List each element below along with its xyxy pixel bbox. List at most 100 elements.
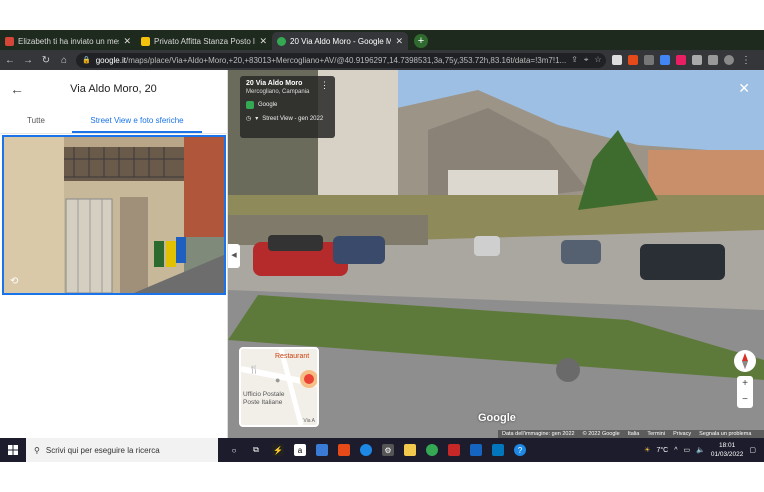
photos-icon[interactable]: [492, 444, 504, 456]
volume-icon[interactable]: 🔈: [696, 446, 705, 454]
country-link[interactable]: Italia: [628, 431, 640, 437]
location-icon[interactable]: ⌖: [584, 55, 589, 65]
image-date: Data dell'immagine: gen 2022: [502, 431, 575, 437]
star-icon[interactable]: ☆: [594, 55, 601, 65]
sidebar-icon[interactable]: [708, 55, 718, 65]
home-icon[interactable]: ⌂: [58, 55, 70, 66]
share-icon[interactable]: ⇪: [571, 55, 578, 65]
site-icon: [141, 36, 150, 46]
amazon-icon[interactable]: a: [294, 444, 306, 456]
back-arrow-icon[interactable]: ←: [10, 81, 32, 97]
restaurant-label: Restaurant: [275, 353, 310, 360]
store-icon[interactable]: [316, 444, 328, 456]
left-panel: ← Via Aldo Moro, 20 Tutte Street View e …: [0, 70, 228, 438]
compass-icon[interactable]: [734, 350, 756, 372]
browser-tab-bar: Elizabeth ti ha inviato un messag ✕ Priv…: [0, 30, 764, 50]
more-options-icon[interactable]: ⋮: [320, 80, 329, 91]
car: [474, 236, 500, 256]
temperature[interactable]: 7°C: [656, 447, 668, 454]
close-icon[interactable]: ✕: [259, 36, 267, 47]
building-photo: [4, 137, 224, 293]
clock-icon: ◷: [246, 116, 252, 122]
network-icon[interactable]: ▭: [683, 446, 690, 454]
notification-icon[interactable]: ▢: [749, 446, 756, 454]
minimap[interactable]: Restaurant 🍴 ● Ufficio Postale Poste Ita…: [239, 347, 319, 427]
clock[interactable]: 18:01 01/03/2022: [711, 441, 744, 459]
tab-google-maps[interactable]: 20 Via Aldo Moro - Google Maps ✕: [272, 32, 408, 50]
post-office-line: Poste Italiane: [243, 399, 283, 406]
zoom-in-button[interactable]: +: [737, 376, 753, 392]
app-icon[interactable]: ⚡: [272, 444, 284, 456]
extension-icon[interactable]: [612, 55, 622, 65]
folder-icon[interactable]: [404, 444, 416, 456]
chrome-icon[interactable]: [426, 444, 438, 456]
provider-row: Google: [246, 101, 329, 109]
zoom-controls: + −: [737, 376, 753, 408]
location-title: 20 Via Aldo Moro: [246, 80, 303, 87]
copyright: © 2022 Google: [582, 431, 620, 437]
chevron-up-icon[interactable]: ^: [674, 447, 677, 454]
capture-date: Street View - gen 2022: [262, 115, 324, 122]
puzzle-icon[interactable]: [692, 55, 702, 65]
time: 18:01: [718, 442, 736, 449]
tab-label: Privato Affitta Stanza Posto letto: [154, 36, 255, 46]
provider-label: Google: [258, 102, 278, 108]
tab-all[interactable]: Tutte: [0, 108, 72, 133]
new-tab-button[interactable]: +: [414, 34, 428, 48]
tab-label: 20 Via Aldo Moro - Google Maps: [290, 36, 392, 46]
shield-icon[interactable]: [470, 444, 482, 456]
privacy-link[interactable]: Privacy: [673, 431, 691, 437]
menu-dots-icon[interactable]: ⋮: [740, 55, 752, 66]
tab-listing[interactable]: Privato Affitta Stanza Posto letto ✕: [136, 32, 272, 50]
search-placeholder: Scrivi qui per eseguire la ricerca: [45, 445, 160, 455]
date: 01/03/2022: [710, 451, 744, 458]
settings-icon[interactable]: ⚙: [382, 444, 394, 456]
street-label: Via A: [303, 418, 315, 424]
address-bar-row: ← → ↻ ⌂ 🔒 google.it/maps/place/Via+Aldo+…: [0, 50, 764, 70]
car: [333, 236, 385, 264]
cortana-icon[interactable]: ○: [228, 444, 240, 456]
zoom-out-button[interactable]: −: [737, 392, 753, 408]
maps-pin-icon: [277, 36, 286, 46]
back-arrow-icon[interactable]: ←: [4, 55, 16, 66]
close-icon[interactable]: ✕: [738, 80, 750, 97]
taskbar-apps: ○ ⧉ ⚡ a ⚙ ?: [218, 444, 526, 456]
top-margin: [0, 0, 764, 30]
forward-arrow-icon[interactable]: →: [22, 55, 34, 66]
report-problem-link[interactable]: Segnala un problema: [699, 431, 751, 437]
location-pin-icon: ●: [275, 375, 281, 385]
bottom-margin: [0, 462, 764, 492]
url-path: /maps/place/Via+Aldo+Moro,+20,+83013+Mer…: [125, 55, 567, 65]
weather-icon: ☀: [644, 447, 651, 454]
extension-icon[interactable]: [644, 55, 654, 65]
street-view-thumbnail[interactable]: ⟲: [2, 135, 226, 295]
car: [561, 240, 601, 264]
extension-icon[interactable]: [660, 55, 670, 65]
date-row[interactable]: ◷ ▾ Street View - gen 2022: [246, 115, 329, 123]
office-icon[interactable]: [338, 444, 350, 456]
reload-icon[interactable]: ↻: [40, 55, 52, 66]
office-icon[interactable]: [628, 55, 638, 65]
360-icon: ⟲: [10, 276, 19, 287]
avatar[interactable]: [724, 55, 734, 65]
gmail-icon: [5, 36, 14, 46]
photo-tabs: Tutte Street View e foto sferiche: [0, 108, 227, 134]
close-icon[interactable]: ✕: [395, 36, 403, 47]
street-view-viewer[interactable]: 20 Via Aldo Moro Mercogliano, Campania G…: [228, 70, 764, 438]
fork-knife-icon: 🍴: [249, 365, 259, 374]
tab-street-view[interactable]: Street View e foto sferiche: [72, 108, 202, 133]
collapse-panel-button[interactable]: ◀: [228, 244, 240, 268]
url-input[interactable]: 🔒 google.it/maps/place/Via+Aldo+Moro,+20…: [76, 52, 606, 68]
start-button[interactable]: [0, 445, 26, 455]
panel-header: ← Via Aldo Moro, 20: [0, 70, 227, 108]
task-view-icon[interactable]: ⧉: [250, 444, 262, 456]
edge-icon[interactable]: [360, 444, 372, 456]
close-icon[interactable]: ✕: [123, 36, 131, 47]
google-maps-icon: [246, 101, 254, 109]
tab-gmail[interactable]: Elizabeth ti ha inviato un messag ✕: [0, 32, 136, 50]
help-icon[interactable]: ?: [514, 444, 526, 456]
extension-icon[interactable]: [676, 55, 686, 65]
app-icon[interactable]: [448, 444, 460, 456]
terms-link[interactable]: Termini: [647, 431, 665, 437]
taskbar-search-input[interactable]: ⚲ Scrivi qui per eseguire la ricerca: [26, 438, 218, 462]
